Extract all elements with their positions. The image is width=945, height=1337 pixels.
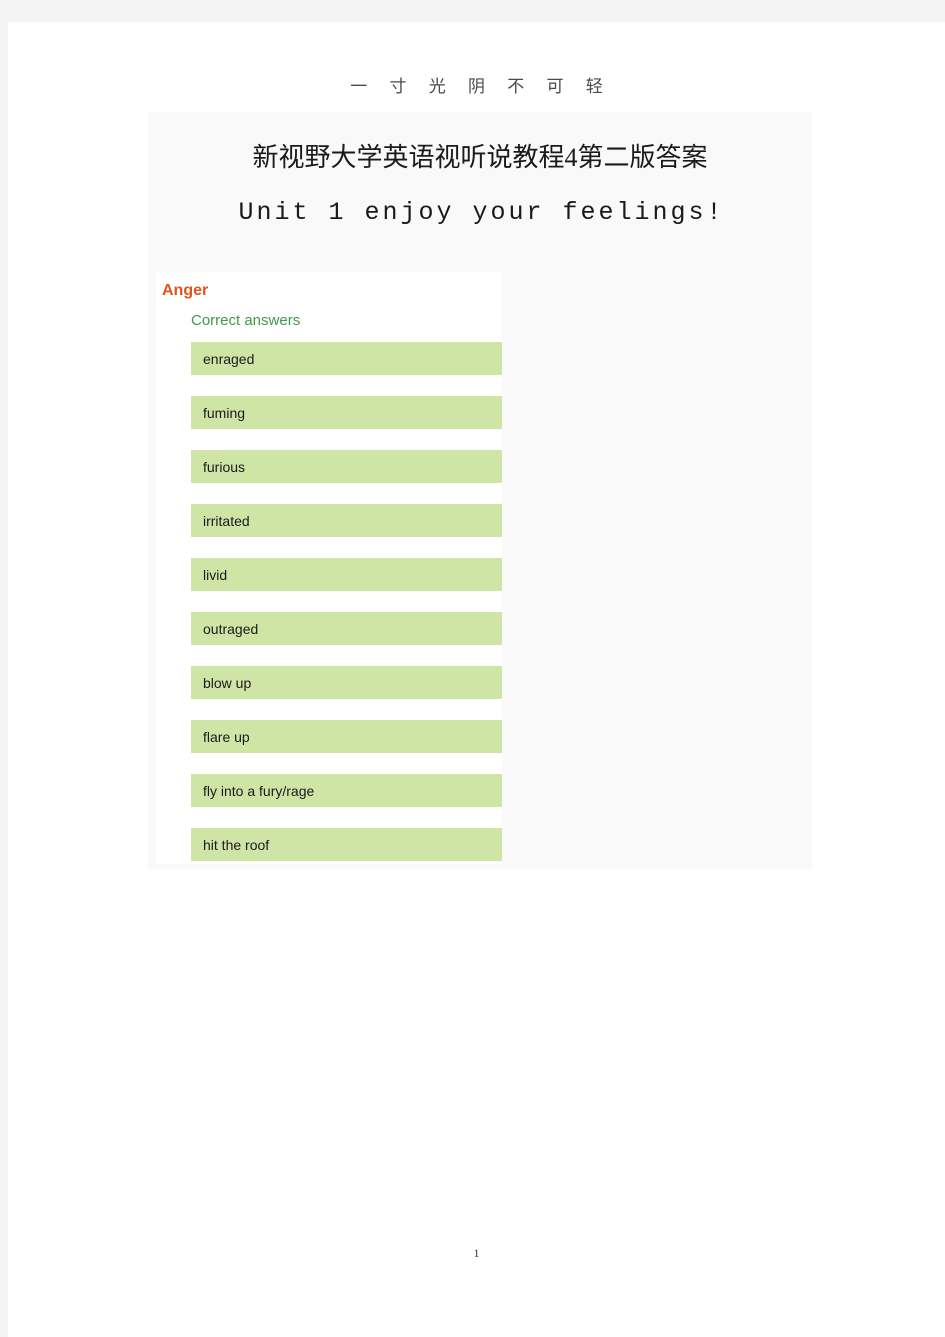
answer-panel: Anger Correct answers enraged fuming fur… [156,272,502,864]
answer-group-title: Anger [162,282,209,299]
answer-chip-label: blow up [203,674,252,691]
page-frame-top [0,0,945,22]
answer-chip: fuming [191,396,502,429]
unit-subtitle: Unit 1 enjoy your feelings! [238,198,725,227]
page-title: 新视野大学英语视听说教程4第二版答案 [252,143,708,172]
answer-chip: enraged [191,342,502,375]
answer-chip-label: fly into a fury/rage [203,782,315,799]
content-block: 新视野大学英语视听说教程4第二版答案 Unit 1 enjoy your fee… [148,112,812,869]
answer-chip-label: furious [203,458,246,475]
running-header: 一 寸 光 阴 不 可 轻 [350,77,612,96]
answer-chip: flare up [191,720,502,753]
answer-chip: furious [191,450,502,483]
answer-chip-label: irritated [203,512,250,529]
answer-chip: hit the roof [191,828,502,861]
page-number: 1 [473,1246,480,1260]
answer-chip-label: outraged [203,620,259,637]
answer-chip-label: flare up [203,728,250,745]
answer-chip-label: fuming [203,404,246,421]
answer-chip: irritated [191,504,502,537]
page-frame-left [0,22,8,1337]
answer-chip: fly into a fury/rage [191,774,502,807]
answer-chip: livid [191,558,502,591]
answer-list: enraged fuming furious irritated livid o… [191,342,502,861]
answer-chip-label: livid [203,566,228,583]
answer-chip: outraged [191,612,502,645]
document-page: 一 寸 光 阴 不 可 轻 新视野大学英语视听说教程4第二版答案 Unit 1 … [8,22,945,1337]
answer-chip-label: hit the roof [203,836,270,853]
answer-chip-label: enraged [203,350,255,367]
correct-answers-label: Correct answers [191,312,301,329]
answer-chip: blow up [191,666,502,699]
